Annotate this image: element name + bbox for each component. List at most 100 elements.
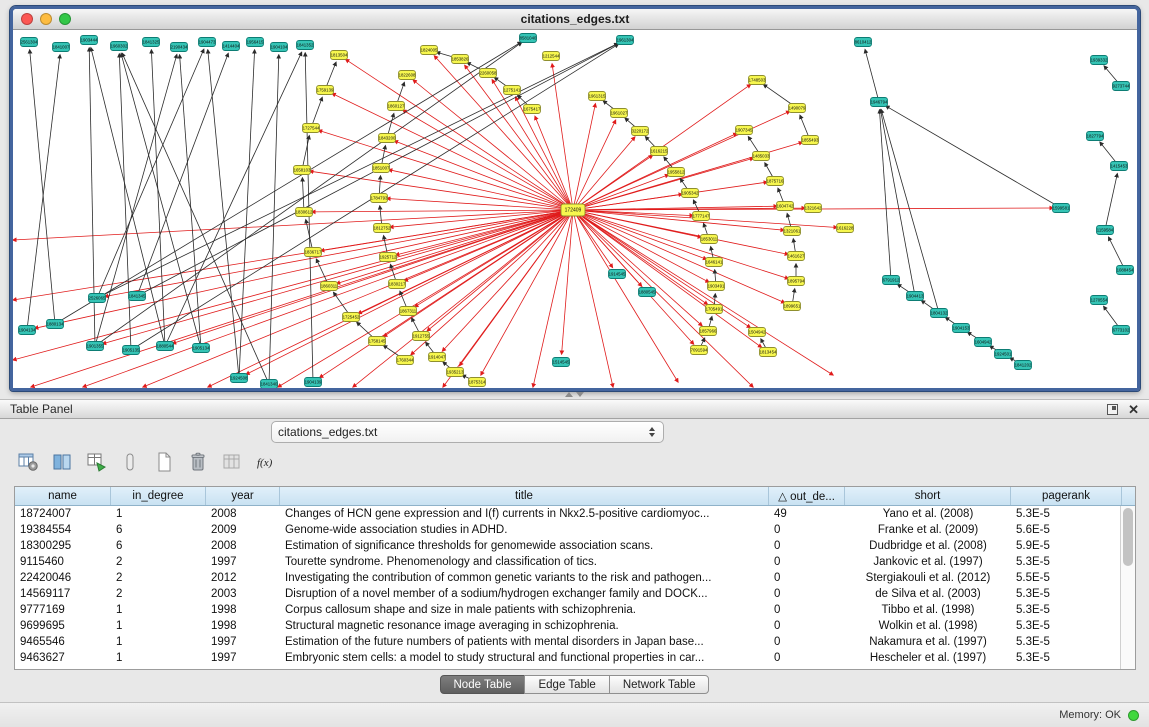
graph-node[interactable]: 1675417 — [524, 105, 541, 114]
float-panel-icon[interactable] — [1107, 404, 1118, 415]
split-pane-handle[interactable] — [563, 391, 585, 398]
table-row[interactable]: 2242004622012Investigating the contribut… — [15, 570, 1135, 586]
graph-node[interactable]: 1924501 — [995, 350, 1012, 359]
graph-node[interactable]: 1599581 — [1053, 204, 1070, 213]
graph-node[interactable]: 1914047 — [429, 353, 446, 362]
column-header-out-degree[interactable]: △ out_de... — [769, 487, 845, 505]
graph-node[interactable]: 1955812 — [668, 168, 685, 177]
graph-node[interactable]: 1616215 — [651, 147, 668, 156]
graph-node[interactable]: 1935213 — [447, 368, 464, 377]
graph-node[interactable]: 1960302 — [111, 42, 128, 51]
table-row[interactable]: 977716911998Corpus callosum shape and si… — [15, 602, 1135, 618]
graph-node[interactable]: 1504942 — [749, 328, 766, 337]
graph-node[interactable]: 1853826 — [452, 55, 469, 64]
graph-node[interactable]: 1904413 — [907, 292, 924, 301]
graph-node[interactable]: 172409 — [561, 204, 585, 216]
graph-node[interactable]: 1705491 — [706, 305, 723, 314]
zoom-window-button[interactable] — [59, 13, 71, 25]
graph-node[interactable]: 8610412 — [855, 38, 872, 47]
graph-node[interactable]: 1415453 — [1111, 162, 1128, 171]
column-header-year[interactable]: year — [206, 487, 280, 505]
table-scrollbar[interactable] — [1120, 506, 1135, 669]
graph-node[interactable]: 2526065 — [89, 294, 106, 303]
close-panel-icon[interactable]: ✕ — [1128, 403, 1139, 416]
graph-node[interactable]: 1841007 — [53, 43, 70, 52]
table-row[interactable]: 946362711997Embryonic stem cells: a mode… — [15, 650, 1135, 666]
graph-node[interactable]: 6791912 — [883, 276, 900, 285]
graph-node[interactable]: 1088454 — [1117, 266, 1134, 275]
graph-node[interactable]: 1604942 — [975, 338, 992, 347]
graph-node[interactable]: 1901355 — [87, 342, 104, 351]
graph-node[interactable]: 1867311 — [400, 307, 417, 316]
graph-node[interactable]: 1321642 — [805, 204, 822, 213]
graph-node[interactable]: 1903491 — [708, 282, 725, 291]
select-mode-icon[interactable] — [116, 449, 144, 475]
graph-node[interactable]: 1924508 — [231, 374, 248, 383]
graph-node[interactable]: 1880544 — [157, 342, 174, 351]
graph-node[interactable]: 1904473 — [199, 38, 216, 47]
table-mode-icon[interactable] — [14, 449, 42, 475]
graph-node[interactable]: 1275141 — [504, 86, 521, 95]
table-row[interactable]: 1938455462009Genome-wide association stu… — [15, 522, 1135, 538]
graph-node[interactable]: 1646141 — [706, 258, 723, 267]
graph-node[interactable]: 2260058 — [480, 69, 497, 78]
graph-node[interactable]: 7091594 — [691, 346, 708, 355]
graph-node[interactable]: 2190434 — [171, 43, 188, 52]
graph-node[interactable]: 1860127 — [388, 102, 405, 111]
graph-node[interactable]: 1851007 — [373, 164, 390, 173]
graph-node[interactable]: 1658103 — [294, 166, 311, 175]
function-builder-icon[interactable]: f(x) — [252, 449, 280, 475]
graph-node[interactable]: 1822608 — [399, 71, 416, 80]
delete-columns-icon[interactable] — [184, 449, 212, 475]
graph-node[interactable]: 1212544 — [543, 52, 560, 61]
network-view-window[interactable]: citations_edges.txt 172409 1813504 17591… — [10, 6, 1140, 391]
graph-node[interactable]: 1853011 — [701, 235, 718, 244]
column-header-short[interactable]: short — [845, 487, 1011, 505]
column-header-in-degree[interactable]: in_degree — [111, 487, 206, 505]
graph-node[interactable]: 1875314 — [469, 378, 486, 387]
graph-node[interactable]: 1961304 — [617, 36, 634, 45]
graph-node[interactable]: 1914545 — [609, 270, 626, 279]
table-row[interactable]: 1830029562008Estimation of significance … — [15, 538, 1135, 554]
graph-node[interactable]: 1857966 — [700, 327, 717, 336]
network-canvas[interactable]: 172409 1813504 1759139 1727544 1658103 1… — [13, 30, 1137, 388]
graph-node[interactable]: 1912755 — [413, 332, 430, 341]
graph-node[interactable]: 9273744 — [1113, 82, 1130, 91]
network-graph[interactable]: 172409 1813504 1759139 1727544 1658103 1… — [13, 30, 1137, 388]
graph-node[interactable]: 3220172 — [632, 127, 649, 136]
graph-node[interactable]: 1604742 — [777, 202, 794, 211]
graph-node[interactable]: 1321061 — [784, 227, 801, 236]
graph-node[interactable]: 8581040 — [520, 34, 537, 43]
graph-node[interactable]: 1903444 — [81, 36, 98, 45]
graph-node[interactable]: 1804132 — [931, 309, 948, 318]
graph-node[interactable]: 1827794 — [1087, 132, 1104, 141]
table-selector-dropdown[interactable]: citations_edges.txt — [271, 421, 664, 443]
table-row[interactable]: 946554611997Estimation of the future num… — [15, 634, 1135, 650]
tab-edge-table[interactable]: Edge Table — [524, 675, 609, 694]
graph-node[interactable]: 1904153 — [953, 324, 970, 333]
graph-node[interactable]: 1758145 — [369, 337, 386, 346]
graph-node[interactable]: 1461627 — [788, 252, 805, 261]
graph-node[interactable]: 1813454 — [760, 348, 777, 357]
network-window-titlebar[interactable]: citations_edges.txt — [13, 9, 1137, 30]
table-row[interactable]: 911546021997Tourette syndrome. Phenomeno… — [15, 554, 1135, 570]
graph-node[interactable]: 1759139 — [317, 86, 334, 95]
graph-node[interactable]: 1895794 — [788, 277, 805, 286]
graph-node[interactable]: 1880134 — [47, 320, 64, 329]
graph-node[interactable]: 1843200 — [379, 134, 396, 143]
graph-node[interactable]: 1830217 — [389, 280, 406, 289]
graph-node[interactable]: 1961315 — [589, 92, 606, 101]
tab-network-table[interactable]: Network Table — [609, 675, 710, 694]
graph-node[interactable]: 1836717 — [305, 248, 322, 257]
graph-node[interactable]: 2561304 — [21, 38, 38, 47]
graph-node[interactable]: 1812752 — [374, 224, 391, 233]
graph-node[interactable]: 1725452 — [343, 313, 360, 322]
graph-node[interactable]: 1860311 — [321, 282, 338, 291]
graph-node[interactable]: 1841325 — [143, 38, 160, 47]
graph-node[interactable]: 1880545 — [639, 288, 656, 297]
graph-node[interactable]: 1904134 — [19, 326, 36, 335]
graph-node[interactable]: 6773102 — [1113, 326, 1130, 335]
close-window-button[interactable] — [21, 13, 33, 25]
graph-node[interactable]: 1905134 — [193, 344, 210, 353]
table-row[interactable]: 969969511998Structural magnetic resonanc… — [15, 618, 1135, 634]
